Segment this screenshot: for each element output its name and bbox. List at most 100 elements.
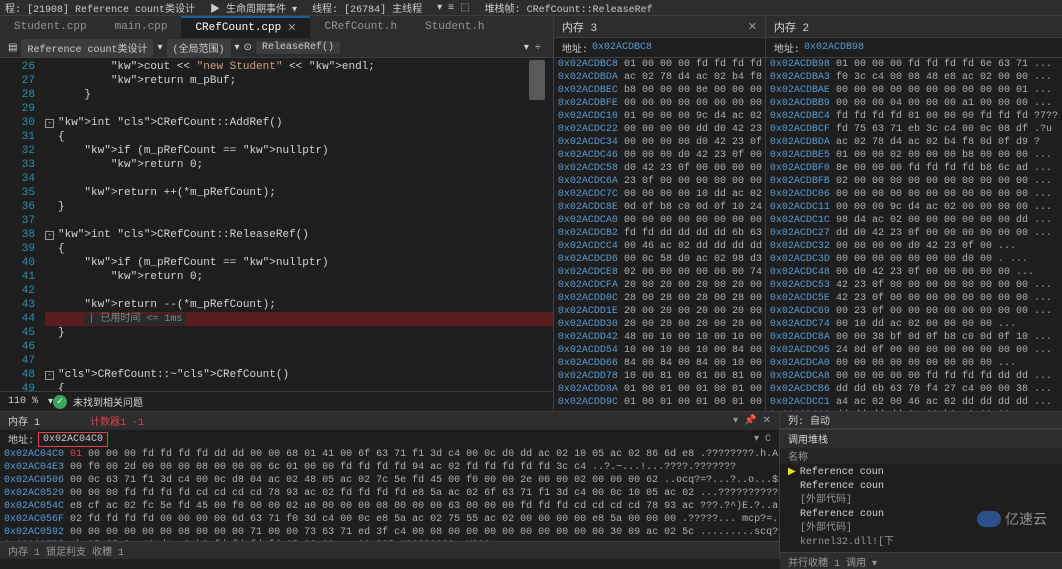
- editor-pane: Student.cppmain.cppCRefCount.cpp✕CRefCou…: [0, 16, 554, 411]
- file-tab[interactable]: main.cpp: [101, 16, 182, 38]
- memory-row: 0x02ACDBF0 8e 00 00 00 fd fd fd fd b8 6c…: [766, 162, 1062, 175]
- memory-row: 0x02ACDBDA ac 02 78 d4 ac 02 b4 f8 0d 0f…: [554, 71, 765, 84]
- callstack-pane: 调用堆栈 名称 ▶Reference counReference coun[外部…: [780, 429, 1062, 569]
- callstack-row[interactable]: [外部代码]: [780, 494, 1062, 508]
- memory-row: 0x02ACDCCC dd dd dd dd 2e 63 b9 e0 00 00…: [766, 409, 1062, 411]
- memory3-address[interactable]: 0x02ACDBC8: [592, 42, 652, 53]
- memory-row: 0x02ACDD30 20 00 20 00 20 00 20 00 20 00…: [554, 318, 765, 331]
- memory-row: 0x02ACDBEC b8 00 00 00 8e 00 00 00 fd fd…: [554, 84, 765, 97]
- memory-row: 0x02ACDC8E 0d 0f b8 c0 0d 0f 10 24 0d 0f…: [554, 201, 765, 214]
- status-ok-icon: ✓: [53, 395, 67, 409]
- memory2-address[interactable]: 0x02ACDB98: [804, 42, 864, 53]
- process-label: 程: [21908] Reference count类设计: [5, 0, 195, 16]
- memory-row: 0x02ACDC27 dd d0 42 23 0f 00 00 00 00 00…: [766, 227, 1062, 240]
- file-tabs: Student.cppmain.cppCRefCount.cpp✕CRefCou…: [0, 16, 553, 38]
- memory-row: 0x02ACDBFB 02 00 00 00 00 00 00 00 00 00…: [766, 175, 1062, 188]
- memory1-address[interactable]: 0x02AC04C0: [38, 432, 108, 447]
- callstack-title: 调用堆栈: [788, 431, 828, 447]
- pin-icon[interactable]: ▾: [733, 415, 738, 427]
- memory-row: 0x02ACDD1E 20 00 20 00 20 00 20 00 20 00…: [554, 305, 765, 318]
- memory-row: 0x02AC056F 02 fd fd fd fd 00 00 00 00 6d…: [4, 513, 775, 526]
- memory-row: 0x02ACDBFE 00 00 00 00 00 00 00 00 00 00…: [554, 97, 765, 110]
- memory-row: 0x02ACDC1C 98 d4 ac 02 00 00 00 00 00 00…: [766, 214, 1062, 227]
- memory-row: 0x02ACDC10 01 00 00 00 9c d4 ac 02 00 00…: [554, 110, 765, 123]
- editor-statusbar: 110 % ▾ ✓ 未找到相关问题: [0, 391, 553, 411]
- breadcrumb-scope[interactable]: (全局范围): [167, 39, 231, 57]
- status-message: 未找到相关问题: [73, 394, 143, 410]
- memory-row: 0x02ACDD8A 01 00 01 00 01 00 01 00 01 00…: [554, 383, 765, 396]
- memory-pane-2: 内存 2 地址: 0x02ACDB98 0x02ACDB98 01 00 00 …: [766, 16, 1062, 411]
- memory-row: 0x02ACDBB9 00 00 00 04 00 00 00 a1 00 00…: [766, 97, 1062, 110]
- memory-row: 0x02AC0506 00 0c 63 71 f1 3d c4 00 0c d8…: [4, 474, 775, 487]
- breadcrumb-bar: ▤ Reference count类设计 ▾ (全局范围) ▾ ⊙ Releas…: [0, 38, 553, 58]
- memory-row: 0x02ACDBCF fd 75 63 71 eb 3c c4 00 0c 08…: [766, 123, 1062, 136]
- memory-row: 0x02ACDC6A 23 0f 00 00 00 00 00 00 00 00…: [554, 175, 765, 188]
- callstack-row[interactable]: ▶Reference coun: [780, 466, 1062, 480]
- memory-row: 0x02AC04C0 01 00 00 00 fd fd fd fd dd dd…: [4, 448, 775, 461]
- stackframe-label: 堆栈帧: CRefCount::ReleaseRef: [485, 0, 653, 16]
- callstack-row[interactable]: kernel32.dll![下: [780, 536, 1062, 550]
- breadcrumb-project[interactable]: Reference count类设计: [21, 39, 153, 57]
- memory-row: 0x02ACDD42 48 00 10 00 10 00 10 00 10 00…: [554, 331, 765, 344]
- memory-row: 0x02ACDC53 42 23 0f 00 00 00 00 00 00 00…: [766, 279, 1062, 292]
- memory-row: 0x02ACDC06 00 00 00 00 00 00 00 00 00 00…: [766, 188, 1062, 201]
- memory-row: 0x02ACDCA0 00 00 00 00 00 00 00 00 00 00…: [554, 214, 765, 227]
- minimap[interactable]: [529, 60, 545, 100]
- memory-row: 0x02ACDBC8 01 00 00 00 fd fd fd fd 75 63…: [554, 58, 765, 71]
- debug-topbar: 程: [21908] Reference count类设计 ▶ 生命周期事件 ▾…: [0, 0, 1062, 16]
- file-tab[interactable]: Student.h: [411, 16, 498, 38]
- memory-row: 0x02ACDC69 00 23 0f 00 00 00 00 00 00 00…: [766, 305, 1062, 318]
- memory-row: 0x02ACDC34 00 00 00 00 d0 42 23 0f 00 00…: [554, 136, 765, 149]
- memory-row: 0x02ACDD78 10 00 81 00 81 00 81 00 81 00…: [554, 370, 765, 383]
- memory-row: 0x02ACDC5E 42 23 0f 00 00 00 00 00 00 00…: [766, 292, 1062, 305]
- memory-row: 0x02ACDC46 00 00 00 d0 42 23 0f 00 00 00…: [554, 149, 765, 162]
- zoom-level[interactable]: 110 %: [8, 396, 38, 407]
- memory-pane-3: 内存 3 ✕ 地址: 0x02ACDBC8 0x02ACDBC8 01 00 0…: [554, 16, 766, 411]
- file-tab[interactable]: CRefCount.cpp✕: [181, 16, 310, 38]
- close-icon[interactable]: ✕: [748, 20, 757, 34]
- watermark: 亿速云: [977, 509, 1047, 529]
- memory-row: 0x02AC0529 00 00 00 fd fd fd fd cd cd cd…: [4, 487, 775, 500]
- memory-pane-1: 内存 1 计数器1 -1 ▾ 📌 ✕ 地址: 0x02AC04C0 ▾ C 0x…: [0, 412, 780, 559]
- memory-row: 0x02AC04E3 00 f0 00 2d 00 00 00 08 00 00…: [4, 461, 775, 474]
- file-tab[interactable]: CRefCount.h: [310, 16, 411, 38]
- memory-row: 0x02ACDC7C 00 00 00 00 10 dd ac 02 00 00…: [554, 188, 765, 201]
- counter-annotation: 计数器1 -1: [90, 413, 144, 429]
- callstack-row[interactable]: Reference coun: [780, 480, 1062, 494]
- close-icon[interactable]: ✕: [763, 415, 771, 427]
- memory-row: 0x02ACDCA8 00 00 00 00 00 fd fd fd fd dd…: [766, 370, 1062, 383]
- memory-row: 0x02ACDC8A 00 00 38 bf 0d 0f b8 c0 0d 0f…: [766, 331, 1062, 344]
- memory-row: 0x02ACDC11 00 00 00 9c d4 ac 02 00 00 00…: [766, 201, 1062, 214]
- memory-row: 0x02ACDC95 24 0d 0f 00 00 00 00 00 00 00…: [766, 344, 1062, 357]
- pushpin-icon[interactable]: 📌: [744, 415, 756, 427]
- breadcrumb-function[interactable]: ReleaseRef(): [256, 41, 340, 54]
- memory-row: 0x02ACDCB6 dd dd 6b 63 70 f4 27 c4 00 00…: [766, 383, 1062, 396]
- thread-label: 线程: [26784] 主线程: [312, 0, 422, 16]
- memory-row: 0x02ACDD0C 28 00 28 00 28 00 28 00 28 00…: [554, 292, 765, 305]
- memory-row: 0x02ACDC58 d0 42 23 0f 00 00 00 00 00 00…: [554, 162, 765, 175]
- memory-row: 0x02ACDC32 00 00 00 00 d0 42 23 0f 00 ..…: [766, 240, 1062, 253]
- lifecycle-dropdown[interactable]: ▶ 生命周期事件 ▾: [210, 0, 297, 16]
- file-tab[interactable]: Student.cpp: [0, 16, 101, 38]
- memory-row: 0x02ACDCE8 02 00 00 00 00 00 00 74 00 00…: [554, 266, 765, 279]
- memory-row: 0x02ACDBC4 fd fd fd fd 01 00 00 00 fd fd…: [766, 110, 1062, 123]
- memory-row: 0x02ACDCB2 fd fd dd dd dd dd 6b 63 70 f4…: [554, 227, 765, 240]
- memory2-title: 内存 2: [774, 19, 809, 35]
- memory1-title: 内存 1: [8, 413, 40, 429]
- memory-row: 0x02ACDC22 00 00 00 00 dd d0 42 23 0f 00…: [554, 123, 765, 136]
- memory-row: 0x02ACDCD6 00 0c 58 d0 ac 02 98 d3 ac 02…: [554, 253, 765, 266]
- memory-row: 0x02ACDC74 00 10 dd ac 02 00 00 00 00 ..…: [766, 318, 1062, 331]
- memory-row: 0x02ACDD66 84 00 84 00 84 00 10 00 10 00…: [554, 357, 765, 370]
- memory3-title: 内存 3: [562, 19, 597, 35]
- memory-row: 0x02ACDC3D 00 00 00 00 00 00 00 d0 00 . …: [766, 253, 1062, 266]
- memory-row: 0x02ACDD9C 01 00 01 00 01 00 01 00 01 00…: [554, 396, 765, 409]
- auto-pane: 列: 自动: [780, 412, 1062, 429]
- memory-row: 0x02ACDB98 01 00 00 00 fd fd fd fd 6e 63…: [766, 58, 1062, 71]
- memory-row: 0x02ACDBA3 f0 3c c4 00 08 48 e8 ac 02 00…: [766, 71, 1062, 84]
- memory-row: 0x02ACDC48 00 d0 42 23 0f 00 00 00 00 00…: [766, 266, 1062, 279]
- memory-row: 0x02ACDBAE 00 00 00 00 00 00 00 00 00 00…: [766, 84, 1062, 97]
- memory-row: 0x02ACDCC4 00 46 ac 02 dd dd dd dd dd dd…: [554, 240, 765, 253]
- memory-row: 0x02ACDCFA 20 00 20 00 20 00 20 00 20 00…: [554, 279, 765, 292]
- code-editor[interactable]: 2627282930313233343536373839404142434445…: [0, 58, 553, 391]
- memory-row: 0x02ACDCC1 a4 ac 02 00 46 ac 02 dd dd dd…: [766, 396, 1062, 409]
